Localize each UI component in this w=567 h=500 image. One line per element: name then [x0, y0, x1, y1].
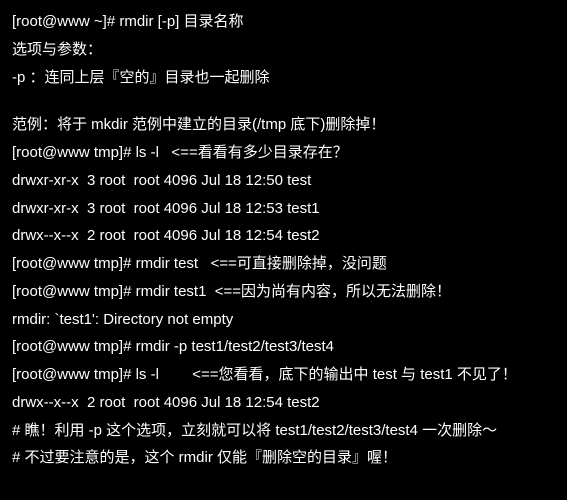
terminal-line-rmdir-test: [root@www tmp]# rmdir test <==可直接删除掉，没问题 [12, 250, 555, 278]
terminal-line-ls-command: [root@www tmp]# ls -l <==看看有多少目录存在？ [12, 139, 555, 167]
terminal-line-example-header: 范例：将于 mkdir 范例中建立的目录(/tmp 底下)删除掉！ [12, 111, 555, 139]
blank-line [12, 91, 555, 111]
terminal-line-comment-2: # 不过要注意的是，这个 rmdir 仅能『删除空的目录』喔！ [12, 444, 555, 472]
terminal-line-error-output: rmdir: `test1': Directory not empty [12, 306, 555, 334]
terminal-line-command-syntax: [root@www ~]# rmdir [-p] 目录名称 [12, 8, 555, 36]
terminal-line-ls-after: [root@www tmp]# ls -l <==您看看，底下的输出中 test… [12, 361, 555, 389]
terminal-line-options-header: 选项与参数： [12, 36, 555, 64]
terminal-line-dir-test2: drwx--x--x 2 root root 4096 Jul 18 12:54… [12, 222, 555, 250]
terminal-line-dir-test: drwxr-xr-x 3 root root 4096 Jul 18 12:50… [12, 167, 555, 195]
terminal-line-rmdir-recursive: [root@www tmp]# rmdir -p test1/test2/tes… [12, 333, 555, 361]
terminal-line-rmdir-test1: [root@www tmp]# rmdir test1 <==因为尚有内容，所以… [12, 278, 555, 306]
terminal-line-remaining-dir: drwx--x--x 2 root root 4096 Jul 18 12:54… [12, 389, 555, 417]
terminal-line-dir-test1: drwxr-xr-x 3 root root 4096 Jul 18 12:53… [12, 195, 555, 223]
terminal-line-option-p: -p ：连同上层『空的』目录也一起删除 [12, 64, 555, 92]
terminal-line-comment-1: # 瞧！利用 -p 这个选项，立刻就可以将 test1/test2/test3/… [12, 417, 555, 445]
